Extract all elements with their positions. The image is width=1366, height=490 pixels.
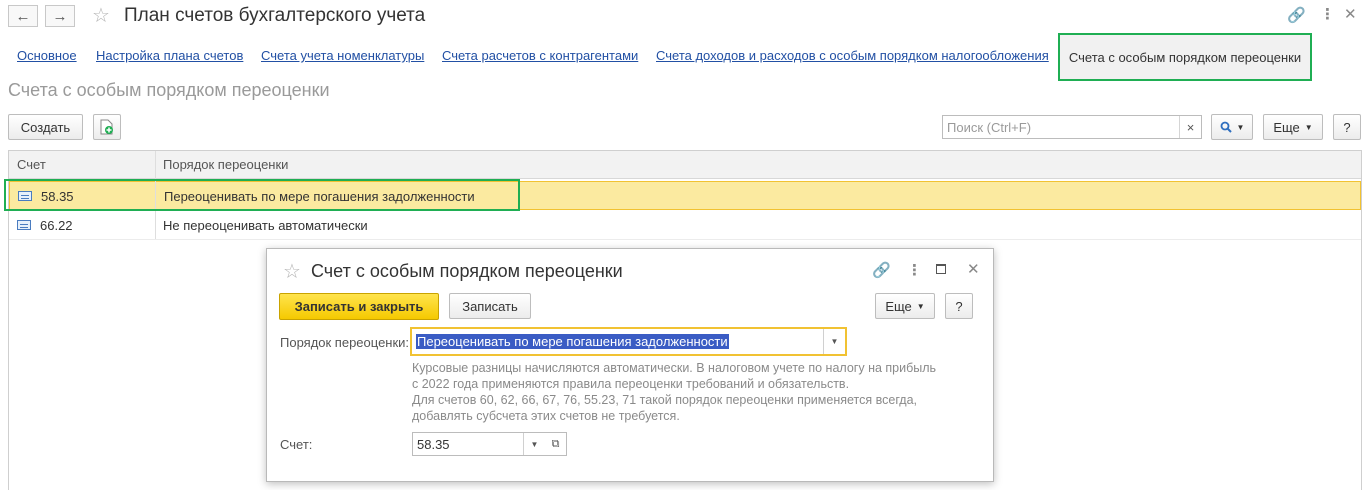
maximize-icon[interactable] <box>936 264 946 274</box>
forward-button[interactable]: → <box>45 5 75 27</box>
column-header-account[interactable]: Счет <box>17 157 46 172</box>
chevron-down-icon[interactable]: ▼ <box>523 433 545 455</box>
chevron-down-icon: ▼ <box>1236 122 1245 132</box>
account-icon <box>17 220 31 230</box>
active-link-revaluation[interactable]: Счета с особым порядком переоценки <box>1058 33 1312 81</box>
search-input[interactable] <box>943 116 1173 138</box>
favorite-star-icon[interactable]: ☆ <box>283 259 301 284</box>
create-button[interactable]: Создать <box>8 114 83 140</box>
search-field[interactable]: × <box>942 115 1202 139</box>
link-nomenclature-accounts[interactable]: Счета учета номенклатуры <box>261 48 424 63</box>
more-vertical-icon[interactable]: ⋮ <box>907 261 922 279</box>
open-account-button[interactable]: ⧉ <box>545 432 567 456</box>
link-icon[interactable]: 🔗 <box>1287 6 1306 24</box>
link-counterparty-accounts[interactable]: Счета расчетов с контрагентами <box>442 48 638 63</box>
save-and-close-button[interactable]: Записать и закрыть <box>279 293 439 320</box>
revaluation-note: Курсовые разницы начисляются автоматичес… <box>412 360 936 424</box>
document-add-icon <box>100 119 113 135</box>
link-icon[interactable]: 🔗 <box>872 261 891 279</box>
dialog-title: Счет с особым порядком переоценки <box>311 261 623 281</box>
window-title: План счетов бухгалтерского учета <box>124 5 426 26</box>
order-value: Переоценивать по мере погашения задолжен… <box>416 334 729 349</box>
note-line: Для счетов 60, 62, 66, 67, 76, 55.23, 71… <box>412 393 918 407</box>
more-label: Еще <box>885 298 912 314</box>
chevron-down-icon: ▼ <box>1304 122 1313 132</box>
more-label: Еще <box>1273 119 1300 135</box>
column-header-order[interactable]: Порядок переоценки <box>163 157 288 172</box>
account-select[interactable]: 58.35 ▼ <box>412 432 546 456</box>
back-button[interactable]: ← <box>8 5 38 27</box>
order-label: Порядок переоценки: <box>280 335 410 350</box>
cell-account: 66.22 <box>40 218 73 233</box>
close-icon[interactable]: ✕ <box>1344 5 1357 23</box>
note-line: Курсовые разницы начисляются автоматичес… <box>412 361 937 375</box>
clear-search-icon[interactable]: × <box>1179 116 1201 138</box>
table-header: Счет Порядок переоценки <box>9 151 1361 179</box>
link-income-expense-accounts[interactable]: Счета доходов и расходов с особым порядк… <box>656 48 1049 63</box>
link-chart-settings[interactable]: Настройка плана счетов <box>96 48 243 63</box>
open-window-icon: ⧉ <box>551 437 560 450</box>
table-row[interactable]: 66.22 Не переоценивать автоматически <box>9 211 1361 240</box>
close-icon[interactable]: ✕ <box>967 260 980 278</box>
dialog-more-button[interactable]: Еще ▼ <box>875 293 935 319</box>
order-select[interactable]: Переоценивать по мере погашения задолжен… <box>410 327 847 356</box>
favorite-star-icon[interactable]: ☆ <box>92 3 110 28</box>
arrow-right-icon: → <box>52 7 68 25</box>
create-copy-button[interactable] <box>93 114 121 140</box>
row-highlight-frame <box>4 179 520 211</box>
chevron-down-icon[interactable]: ▼ <box>823 329 845 354</box>
arrow-left-icon: ← <box>15 7 31 25</box>
magnifier-icon <box>1220 121 1232 133</box>
note-line: добавлять субсчета этих счетов не требуе… <box>412 409 680 423</box>
page-subtitle: Счета с особым порядком переоценки <box>8 80 330 100</box>
search-options-button[interactable]: ▼ <box>1211 114 1253 140</box>
chevron-down-icon: ▼ <box>916 301 925 311</box>
link-basic[interactable]: Основное <box>17 48 77 63</box>
cell-order: Не переоценивать автоматически <box>163 218 368 233</box>
help-button[interactable]: ? <box>1333 114 1361 140</box>
dialog-help-button[interactable]: ? <box>945 293 973 319</box>
account-dialog: ☆ Счет с особым порядком переоценки 🔗 ⋮ … <box>266 248 994 482</box>
save-button[interactable]: Записать <box>449 293 531 319</box>
account-label: Счет: <box>280 437 313 452</box>
account-value: 58.35 <box>417 437 450 452</box>
note-line: с 2022 года применяются правила переоцен… <box>412 377 850 391</box>
more-button[interactable]: Еще ▼ <box>1263 114 1323 140</box>
more-vertical-icon[interactable]: ⋮ <box>1320 5 1335 23</box>
